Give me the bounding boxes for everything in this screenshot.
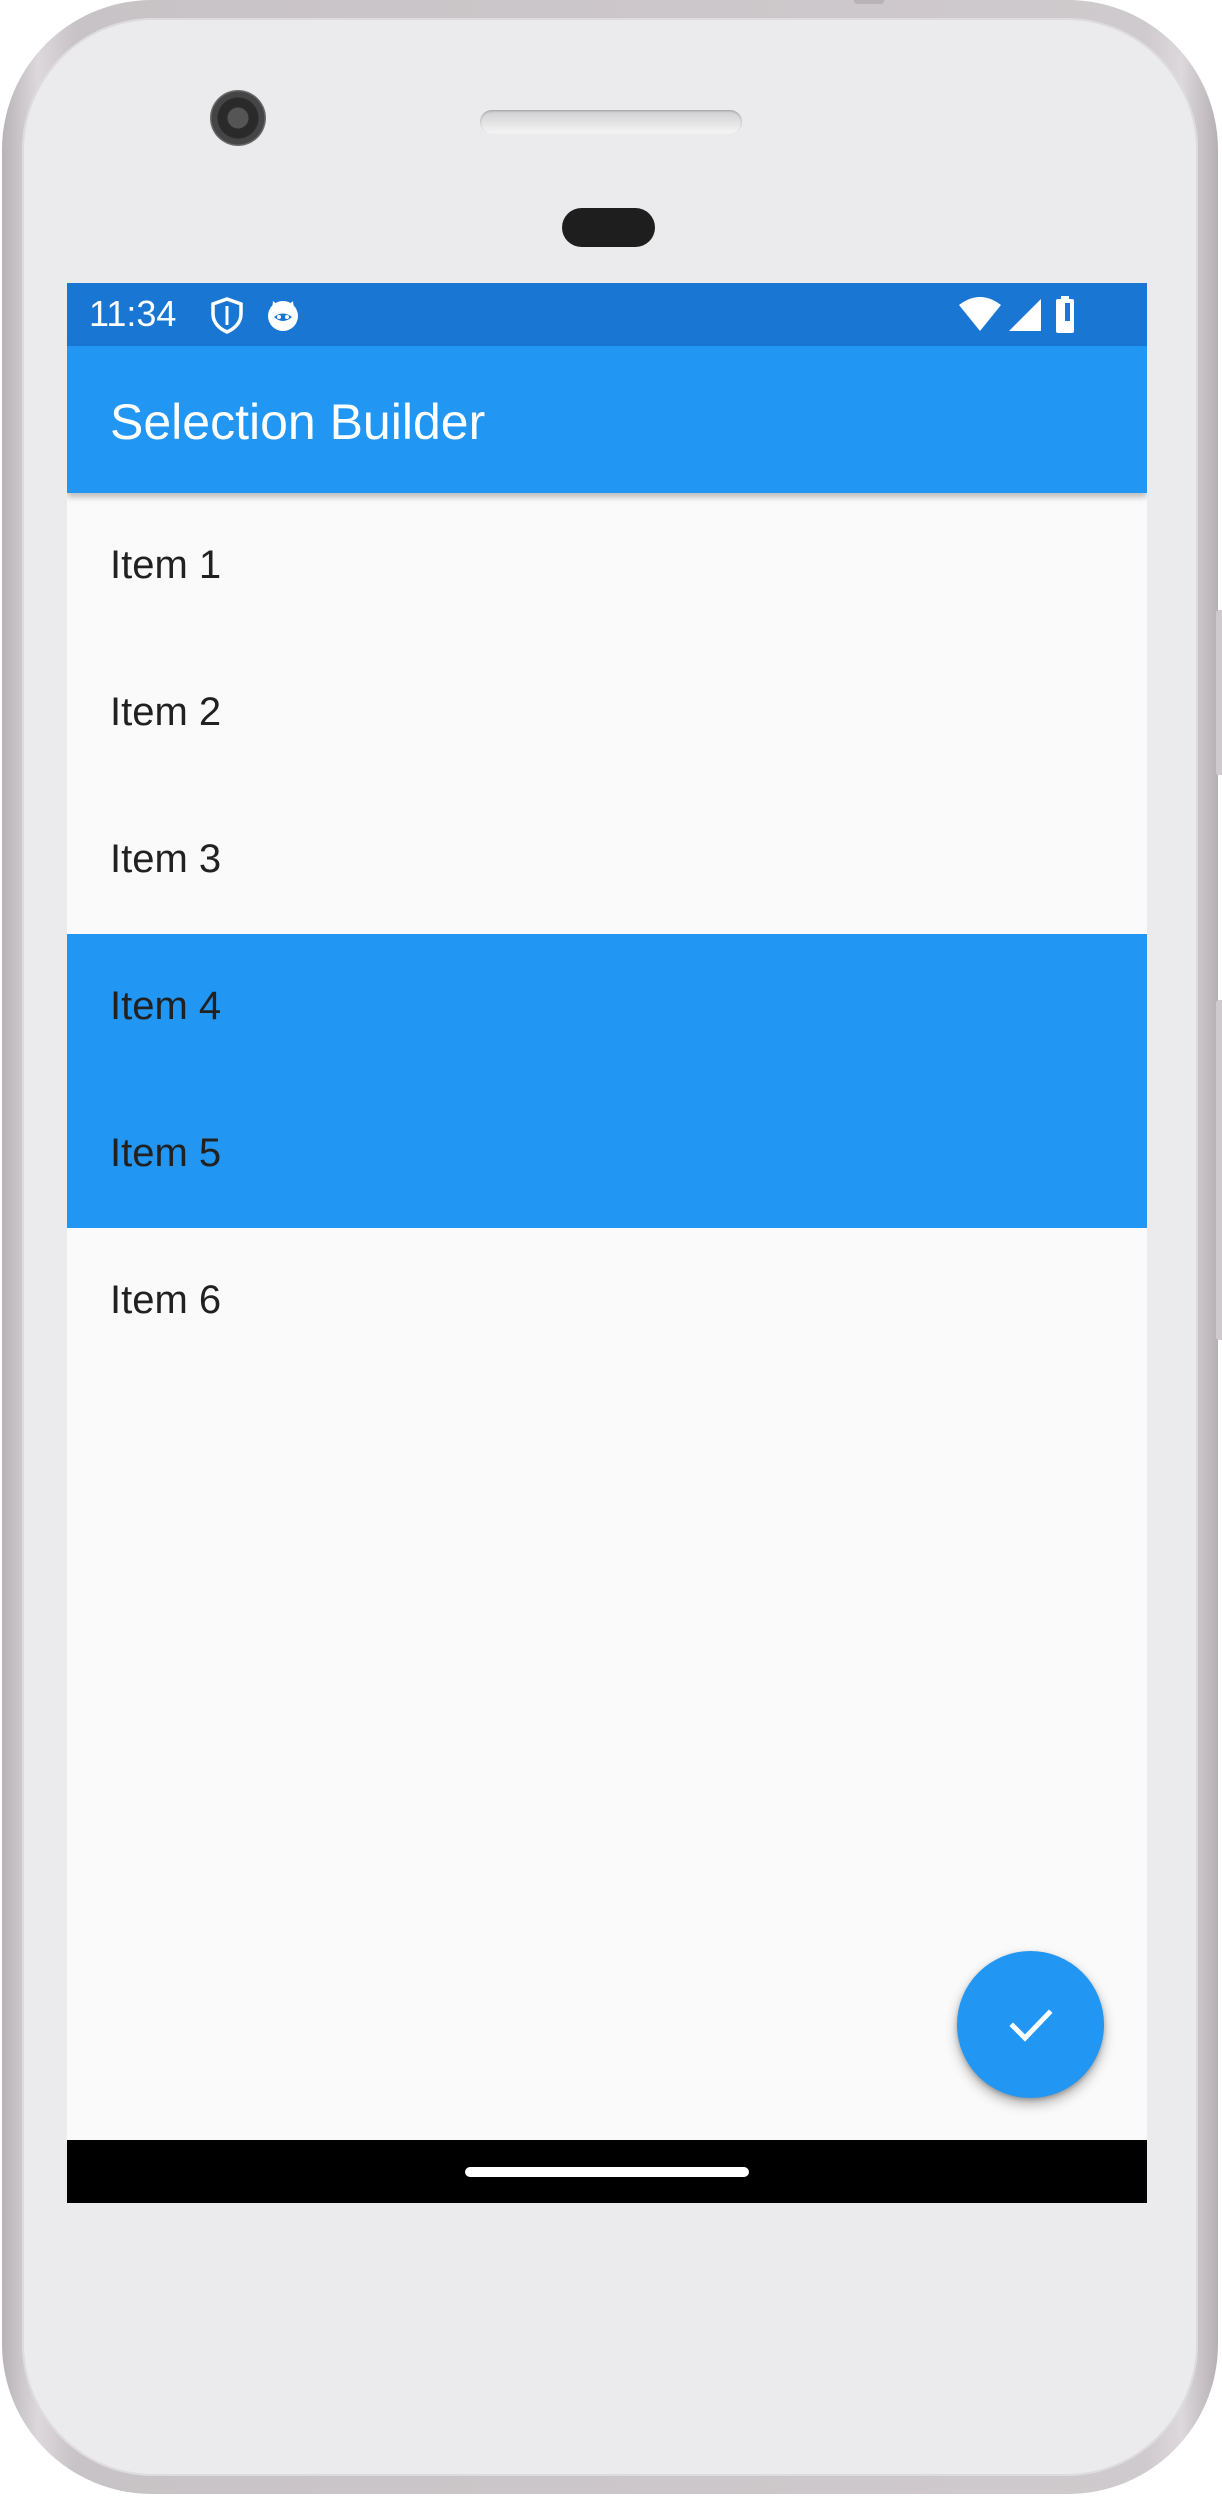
earpiece-speaker	[480, 110, 742, 134]
list-item-label: Item 4	[110, 984, 222, 1028]
front-camera	[210, 90, 266, 146]
item-list: Item 1 Item 2 Item 3 Item 4 Item 5 Item …	[67, 493, 1147, 1375]
list-item-6[interactable]: Item 6	[67, 1228, 1147, 1375]
proximity-sensor	[562, 208, 655, 247]
home-gesture-handle[interactable]	[465, 2167, 749, 2177]
check-icon	[1005, 1999, 1057, 2051]
list-item-4[interactable]: Item 4	[67, 934, 1147, 1081]
volume-button	[1216, 610, 1222, 775]
shield-icon	[207, 295, 247, 335]
list-item-label: Item 1	[110, 543, 222, 587]
list-item-5[interactable]: Item 5	[67, 1081, 1147, 1228]
app-bar: Selection Builder	[67, 346, 1147, 493]
power-button	[1216, 1000, 1222, 1340]
list-item-label: Item 2	[110, 690, 222, 734]
battery-icon	[1052, 295, 1080, 335]
list-item-label: Item 6	[110, 1278, 222, 1322]
list-item-3[interactable]: Item 3	[67, 787, 1147, 934]
phone-frame: 11:34 Selection Builder Item 1 Item 2 It…	[2, 0, 1222, 2494]
cat-face-icon	[263, 295, 303, 335]
navigation-bar	[67, 2140, 1147, 2203]
list-item-label: Item 3	[110, 837, 222, 881]
top-hardware-button	[854, 0, 884, 4]
list-item-2[interactable]: Item 2	[67, 640, 1147, 787]
list-item-1[interactable]: Item 1	[67, 493, 1147, 640]
list-item-label: Item 5	[110, 1131, 222, 1175]
app-title: Selection Builder	[110, 394, 486, 450]
confirm-fab-button[interactable]	[957, 1951, 1104, 2098]
wifi-icon	[957, 295, 1003, 335]
status-time: 11:34	[89, 293, 177, 334]
status-bar: 11:34	[67, 283, 1147, 346]
cell-signal-icon	[1005, 295, 1045, 335]
screen: 11:34 Selection Builder Item 1 Item 2 It…	[67, 283, 1147, 2203]
